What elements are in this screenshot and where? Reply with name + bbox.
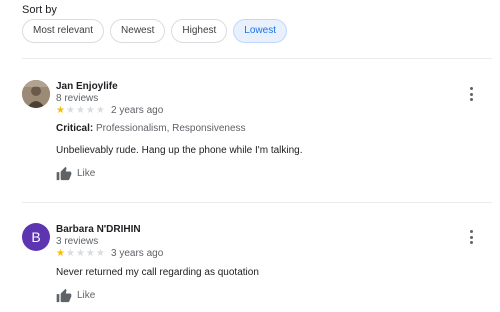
sort-chip-most-relevant[interactable]: Most relevant: [22, 19, 105, 43]
star-rating: ★ ★ ★ ★ ★: [56, 249, 105, 259]
sort-label: Sort by: [22, 4, 57, 16]
sort-chip-lowest[interactable]: Lowest: [233, 19, 287, 43]
thumbs-up-icon: [56, 288, 72, 303]
star-icon: ★: [95, 105, 105, 116]
sort-chips: Most relevant Newest Highest Lowest: [22, 19, 287, 43]
critical-tags: Critical: Professionalism, Responsivenes…: [56, 123, 246, 134]
review-card: B Barbara N'DRIHIN 3 reviews ★ ★ ★ ★ ★ 3…: [22, 223, 492, 308]
like-label: Like: [77, 290, 96, 301]
star-rating: ★ ★ ★ ★ ★: [56, 106, 105, 116]
star-icon: ★: [65, 105, 75, 116]
divider: [22, 202, 492, 203]
sort-chip-newest[interactable]: Newest: [110, 19, 166, 43]
like-button[interactable]: Like: [56, 166, 95, 181]
review-count: 3 reviews: [56, 236, 99, 247]
star-icon: ★: [56, 105, 65, 116]
review-count: 8 reviews: [56, 93, 99, 104]
critical-value: Professionalism, Responsiveness: [96, 123, 246, 134]
sort-chip-highest[interactable]: Highest: [171, 19, 228, 43]
more-options-icon[interactable]: [466, 87, 476, 101]
star-icon: ★: [85, 105, 95, 116]
star-icon: ★: [56, 248, 65, 259]
like-button[interactable]: Like: [56, 288, 95, 303]
star-icon: ★: [75, 248, 85, 259]
thumbs-up-icon: [56, 166, 72, 181]
reviewer-name[interactable]: Barbara N'DRIHIN: [56, 224, 141, 235]
review-text: Unbelievably rude. Hang up the phone whi…: [56, 145, 303, 156]
star-icon: ★: [65, 248, 75, 259]
avatar[interactable]: [22, 80, 50, 108]
more-options-icon[interactable]: [466, 230, 476, 244]
review-card: Jan Enjoylife 8 reviews ★ ★ ★ ★ ★ 2 year…: [22, 80, 492, 190]
review-text: Never returned my call regarding as quot…: [56, 267, 259, 278]
like-label: Like: [77, 168, 96, 179]
star-icon: ★: [75, 105, 85, 116]
reviewer-name[interactable]: Jan Enjoylife: [56, 81, 118, 92]
review-time: 2 years ago: [111, 105, 164, 116]
star-icon: ★: [85, 248, 95, 259]
critical-label: Critical:: [56, 123, 94, 134]
avatar[interactable]: B: [22, 223, 50, 251]
star-icon: ★: [95, 248, 105, 259]
review-time: 3 years ago: [111, 248, 164, 259]
profile-photo-icon: [22, 80, 50, 108]
divider: [22, 58, 492, 59]
